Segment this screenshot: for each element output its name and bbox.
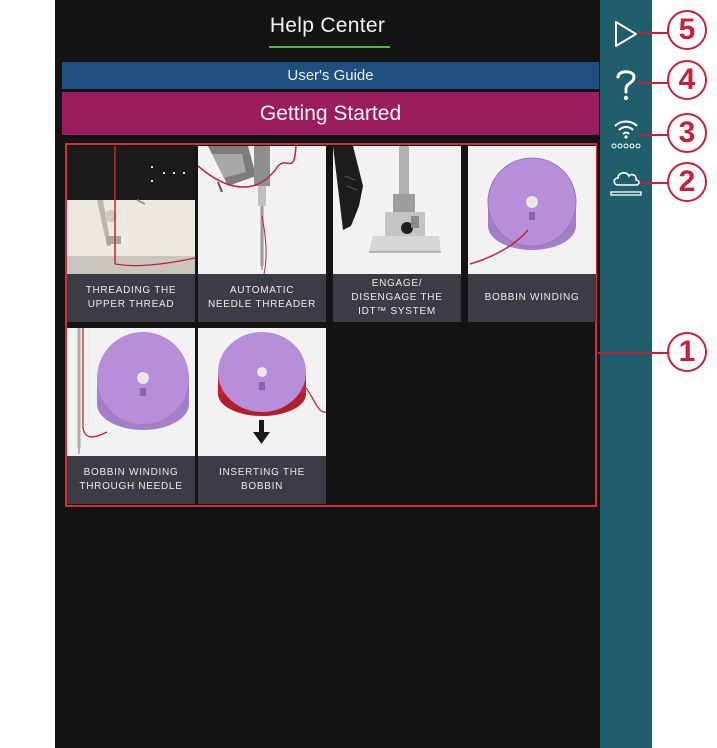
topic-bobbin-winding[interactable]: BOBBIN WINDING — [468, 146, 596, 322]
help-center-screen: Help Center User's Guide Getting Started — [55, 0, 600, 748]
topic-caption: AUTOMATIC NEEDLE THREADER — [198, 274, 326, 322]
needle-threader-image — [198, 146, 326, 274]
bobbin-needle-image — [67, 328, 195, 456]
cloud-icon[interactable] — [600, 162, 652, 200]
topic-bobbin-winding-through-needle[interactable]: BOBBIN WINDING THROUGH NEEDLE — [67, 328, 195, 504]
users-guide-bar[interactable]: User's Guide — [62, 62, 599, 89]
callout-line-2 — [640, 182, 668, 184]
callout-line-1 — [598, 352, 668, 354]
topic-caption: BOBBIN WINDING THROUGH NEEDLE — [67, 456, 195, 504]
threading-machine-image — [67, 146, 195, 274]
title-underline — [269, 46, 390, 48]
callout-3: 3 — [667, 113, 707, 153]
play-icon[interactable] — [600, 16, 652, 52]
callout-2: 2 — [667, 162, 707, 202]
topic-inserting-the-bobbin[interactable]: INSERTING THE BOBBIN — [198, 328, 326, 504]
callout-line-3 — [640, 134, 668, 136]
getting-started-bar[interactable]: Getting Started — [62, 92, 599, 135]
idt-presser-foot-image — [333, 146, 461, 274]
topic-automatic-needle-threader[interactable]: AUTOMATIC NEEDLE THREADER — [198, 146, 326, 322]
callout-line-5 — [638, 32, 668, 34]
topic-threading-upper-thread[interactable]: THREADING THE UPPER THREAD — [67, 146, 195, 322]
page-title: Help Center — [269, 14, 386, 37]
callout-line-4 — [638, 82, 668, 84]
insert-bobbin-image — [198, 328, 326, 456]
side-rail — [600, 0, 652, 748]
callout-4: 4 — [667, 60, 707, 100]
callout-1: 1 — [667, 332, 707, 372]
bobbin-image — [468, 146, 596, 274]
topic-caption: ENGAGE/DISENGAGE THE IDT™ SYSTEM — [333, 274, 461, 322]
help-icon[interactable] — [600, 64, 652, 104]
topic-caption: INSERTING THE BOBBIN — [198, 456, 326, 504]
topic-caption: BOBBIN WINDING — [468, 274, 596, 322]
topic-caption: THREADING THE UPPER THREAD — [67, 274, 195, 322]
callout-5: 5 — [667, 10, 707, 50]
topic-engage-idt-system[interactable]: ENGAGE/DISENGAGE THE IDT™ SYSTEM — [333, 146, 461, 322]
